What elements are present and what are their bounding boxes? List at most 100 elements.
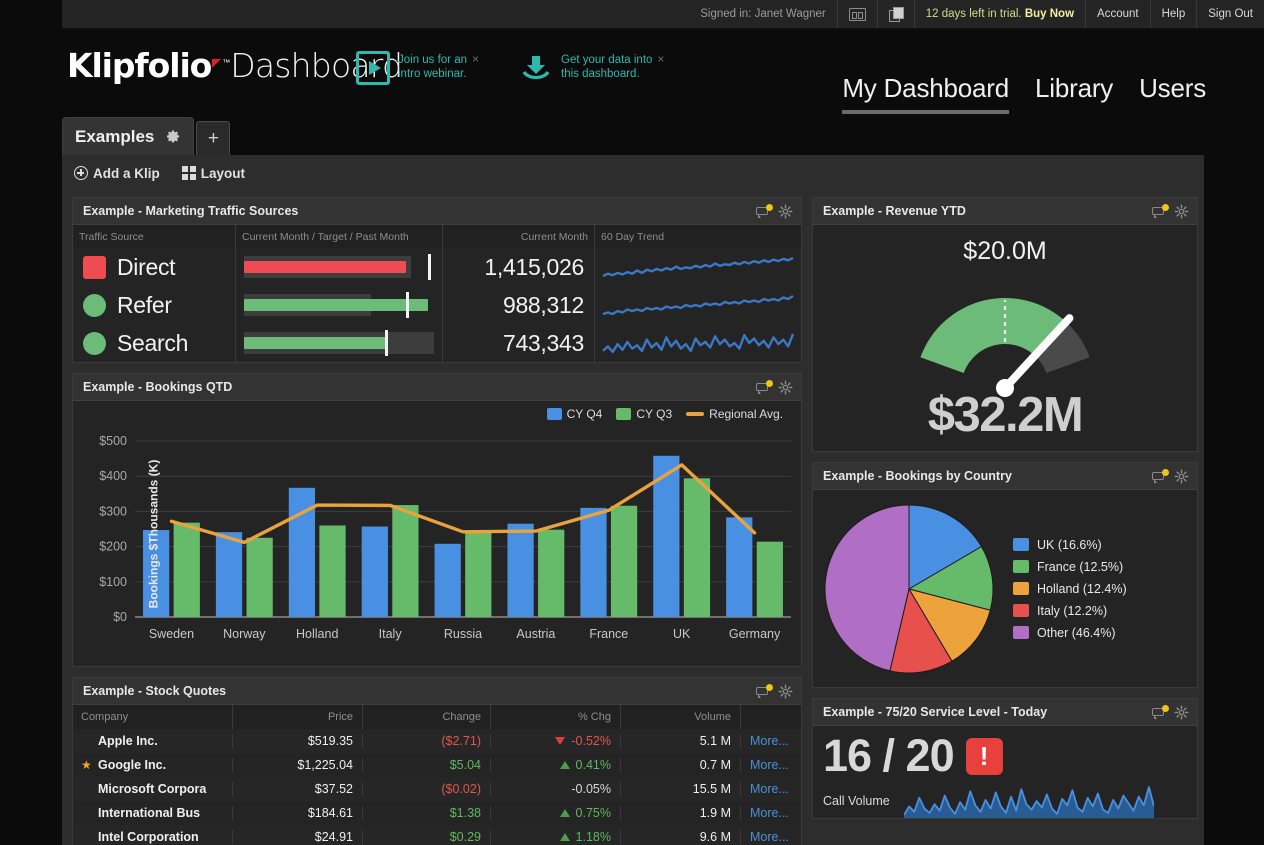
pct-change-cell: 1.18% [491, 830, 621, 844]
comment-icon[interactable] [756, 684, 772, 698]
more-link[interactable]: More... [741, 830, 801, 844]
comment-icon[interactable] [1152, 469, 1168, 483]
change-cell: $5.04 [363, 758, 491, 772]
tab-settings-gear-icon[interactable] [166, 129, 181, 144]
trend-sparkline-cell [595, 324, 801, 362]
gauge-value-label: $32.2M [928, 387, 1082, 443]
service-level-value: 16 / 20 [823, 732, 954, 780]
nav-library[interactable]: Library [1035, 73, 1113, 114]
klip-marketing-traffic-sources: Example - Marketing Traffic Sources [72, 197, 802, 363]
legend-line-swatch [686, 412, 704, 416]
layout-button[interactable]: Layout [182, 166, 245, 181]
more-link[interactable]: More... [741, 734, 801, 748]
gear-icon[interactable] [778, 684, 793, 699]
nav-my-dashboard[interactable]: My Dashboard [842, 73, 1009, 114]
klip-header: Example - Stock Quotes [73, 678, 801, 705]
legend-item-cy-q4: CY Q4 [547, 407, 603, 421]
nav-users[interactable]: Users [1139, 73, 1206, 114]
company-name: Apple Inc. [98, 734, 158, 748]
service-level-top: 16 / 20 ! [823, 732, 1187, 780]
stock-table-header: Company Price Change % Chg Volume [73, 705, 801, 729]
legend-item-regional-avg: Regional Avg. [686, 407, 783, 421]
volume-cell: 1.9 M [621, 806, 741, 820]
table-row[interactable]: Intel Corporation$24.91$0.291.18%9.6 MMo… [73, 825, 801, 845]
volume-cell: 0.7 M [621, 758, 741, 772]
pie-legend-label: Other (46.4%) [1037, 626, 1116, 640]
gear-icon[interactable] [1174, 204, 1189, 219]
pie-legend-swatch [1013, 560, 1029, 573]
comment-icon[interactable] [1152, 705, 1168, 719]
gear-icon[interactable] [778, 204, 793, 219]
comment-icon[interactable] [1152, 204, 1168, 218]
x-axis-tick-label: Norway [223, 627, 266, 641]
bar-cy-q3 [392, 505, 418, 617]
trial-banner[interactable]: 12 days left in trial. Buy Now [914, 0, 1085, 28]
company-name: International Bus [98, 806, 200, 820]
more-link[interactable]: More... [741, 782, 801, 796]
table-row[interactable]: International Bus$184.61$1.380.75%1.9 MM… [73, 801, 801, 825]
traffic-source-name: Refer [117, 292, 172, 319]
pie-legend-label: UK (16.6%) [1037, 538, 1102, 552]
table-row[interactable]: ★Google Inc.$1,225.04$5.040.41%0.7 MMore… [73, 753, 801, 777]
x-axis-tick-label: Sweden [149, 627, 194, 641]
col-pct-change: % Chg [491, 705, 621, 729]
call-volume-label: Call Volume [823, 794, 890, 808]
promo-data-close-icon[interactable]: × [657, 51, 664, 65]
pie-legend-swatch [1013, 626, 1029, 639]
company-cell: Intel Corporation [73, 830, 233, 844]
klip-title: Example - Stock Quotes [83, 684, 756, 698]
klip-header-icons [1152, 204, 1189, 219]
current-month-value: 743,343 [503, 330, 584, 357]
company-cell: International Bus [73, 806, 233, 820]
gear-icon[interactable] [1174, 469, 1189, 484]
table-row[interactable]: Apple Inc.$519.35($2.71)-0.52%5.1 MMore.… [73, 729, 801, 753]
pie-legend-item: Other (46.4%) [1013, 626, 1127, 640]
pie-legend-label: France (12.5%) [1037, 560, 1123, 574]
volume-cell: 5.1 M [621, 734, 741, 748]
x-axis-tick-label: Italy [379, 627, 403, 641]
table-row[interactable]: Microsoft Corpora$37.52($0.02)-0.05%15.5… [73, 777, 801, 801]
comment-icon[interactable] [756, 204, 772, 218]
sign-out-link[interactable]: Sign Out [1196, 0, 1264, 28]
promo-webinar[interactable]: Join us for an intro webinar. × [356, 51, 479, 85]
promo-webinar-line2: intro webinar. [398, 68, 466, 80]
help-link[interactable]: Help [1150, 0, 1197, 28]
gear-icon[interactable] [778, 380, 793, 395]
arrow-up-icon [560, 809, 570, 817]
account-link[interactable]: Account [1085, 0, 1150, 28]
pct-change-cell: 0.75% [491, 806, 621, 820]
duplicate-button[interactable] [877, 0, 914, 28]
brand-name-bold: Klipfolio [67, 46, 211, 85]
add-a-klip-button[interactable]: Add a Klip [74, 166, 160, 181]
promo-data[interactable]: Get your data into this dashboard. × [519, 51, 664, 85]
y-axis-tick-label: $100 [99, 575, 127, 589]
comment-icon[interactable] [756, 380, 772, 394]
legend-label: Regional Avg. [709, 407, 783, 421]
call-volume-sparkline [904, 784, 1154, 818]
promo-webinar-close-icon[interactable]: × [472, 51, 479, 65]
klip-header: Example - Revenue YTD [813, 198, 1197, 225]
pie-legend-label: Holland (12.4%) [1037, 582, 1127, 596]
klip-header: Example - Marketing Traffic Sources [73, 198, 801, 225]
price-cell: $37.52 [233, 782, 363, 796]
add-tab-button[interactable]: + [196, 121, 230, 155]
star-icon[interactable]: ★ [81, 758, 93, 772]
tab-examples-label: Examples [75, 127, 154, 147]
pct-change-cell: 0.41% [491, 758, 621, 772]
more-link[interactable]: More... [741, 806, 801, 820]
bullet-chart [244, 292, 434, 318]
gear-icon[interactable] [1174, 705, 1189, 720]
traffic-status-swatch-icon [83, 256, 106, 279]
brand-logo[interactable]: Klipfolio™Dashboard [67, 46, 402, 85]
bookings-legend: CY Q4 CY Q3 Regional Avg. [547, 407, 783, 421]
col-traffic-source: Traffic Source [73, 225, 236, 248]
fullscreen-button[interactable] [837, 0, 877, 28]
tab-examples[interactable]: Examples [62, 117, 194, 155]
pie-legend-swatch [1013, 604, 1029, 617]
more-link[interactable]: More... [741, 758, 801, 772]
bar-cy-q3 [611, 506, 637, 617]
buy-now-link[interactable]: Buy Now [1025, 8, 1074, 20]
current-month-value: 988,312 [503, 292, 584, 319]
trend-sparkline [601, 253, 795, 281]
trend-sparkline [601, 291, 795, 319]
